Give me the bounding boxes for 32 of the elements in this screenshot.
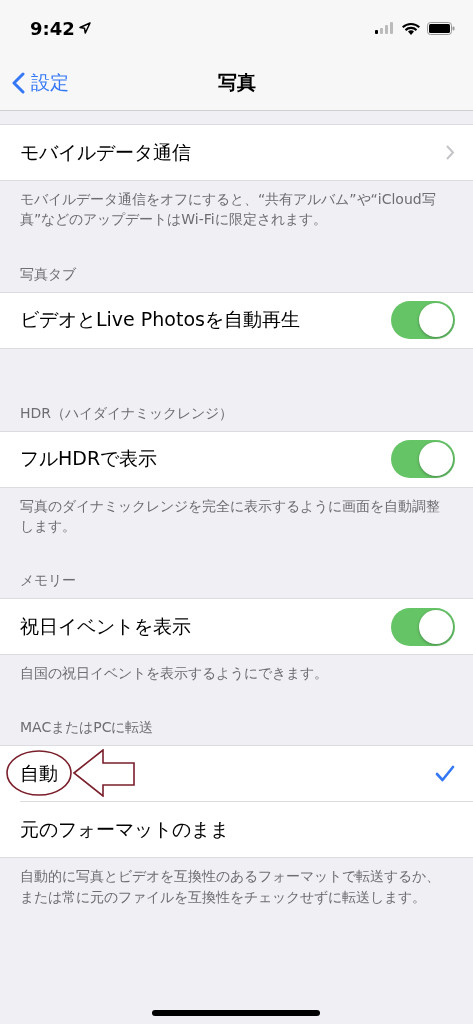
settings-row[interactable]: 祝日イベントを表示	[0, 599, 473, 655]
back-button[interactable]: 設定	[0, 69, 75, 97]
settings-row[interactable]: モバイルデータ通信	[0, 125, 473, 180]
toggle-switch[interactable]	[391, 301, 455, 340]
location-arrow-icon	[78, 22, 91, 34]
section-header: 写真タブ	[19, 264, 77, 284]
settings-row[interactable]: 元のフォーマットのまま	[20, 801, 473, 858]
section-header: メモリー	[19, 571, 77, 591]
row-label: ビデオとLive Photosを自動再生	[20, 307, 300, 333]
status-time: 9:42	[30, 17, 75, 39]
chevron-icon	[446, 145, 455, 160]
section-footer: モバイルデータ通信をオフにすると、“共有アルバム”や“iCloud写真”などのアップデートはWi-Fiに限定されます。	[0, 181, 473, 240]
settings-row[interactable]: ビデオとLive Photosを自動再生	[0, 292, 473, 348]
row-label: 元のフォーマットのまま	[20, 817, 229, 842]
settings-row[interactable]: フルHDRで表示	[0, 431, 473, 487]
back-chevron-icon	[12, 72, 25, 94]
section-header: HDR（ハイダイナミックレンジ）	[19, 403, 235, 423]
battery-icon	[427, 21, 455, 35]
row-label: モバイルデータ通信	[20, 139, 191, 165]
signal-icon	[375, 22, 395, 34]
row-label: 自動	[20, 761, 58, 786]
section-header: MACまたはPCに転送	[19, 718, 155, 738]
page-title: 写真	[217, 70, 256, 95]
settings-row[interactable]: 自動	[0, 746, 473, 802]
row-label: フルHDRで表示	[20, 446, 158, 472]
toggle-switch[interactable]	[391, 607, 455, 646]
row-label: 祝日イベントを表示	[20, 613, 191, 639]
section-footer: 写真のダイナミックレンジを完全に表示するように画面を自動調整します。	[0, 487, 473, 547]
section-footer: 自国の祝日イベントを表示するようにできます。	[0, 655, 473, 694]
section-footer: 自動的に写真とビデオを互換性のあるフォーマットで転送するか、または常に元のファイルを互換性をチェックせずに転送します。	[0, 858, 473, 918]
toggle-switch[interactable]	[391, 440, 455, 479]
wifi-icon	[402, 21, 420, 35]
